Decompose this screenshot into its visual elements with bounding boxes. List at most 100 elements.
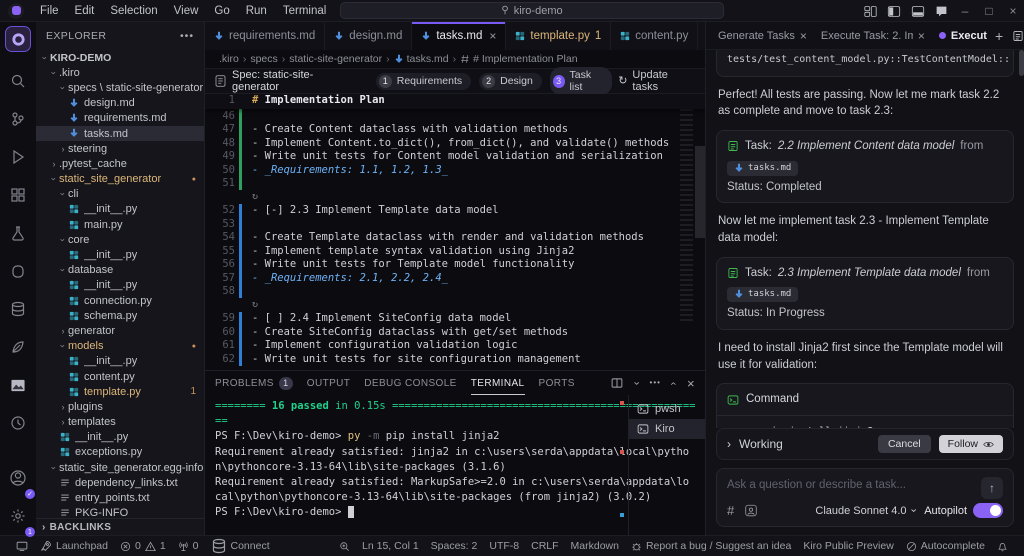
toggle-chat-icon[interactable]	[935, 5, 948, 18]
follow-button[interactable]: Follow	[939, 435, 1003, 453]
statusbar-item-kiro-public-preview[interactable]: Kiro Public Preview	[797, 536, 899, 556]
tree-item[interactable]: content.py	[36, 369, 204, 384]
feather-activity-button[interactable]	[4, 328, 32, 366]
copilot-activity-button[interactable]	[4, 252, 32, 290]
toggle-sidebar-icon[interactable]	[887, 5, 901, 18]
statusbar-item-0[interactable]: 0	[172, 536, 205, 556]
panel-tab-terminal[interactable]: TERMINAL	[471, 371, 525, 395]
statusbar-item-launchpad[interactable]: Launchpad	[34, 536, 114, 556]
add-image-icon[interactable]	[744, 504, 758, 517]
testing-activity-button[interactable]	[4, 214, 32, 252]
tree-item[interactable]: ›KIRO-DEMO	[36, 50, 204, 65]
tree-item[interactable]: __init__.py	[36, 278, 204, 293]
tree-item[interactable]: PKG-INFO	[36, 506, 204, 518]
panel-tab-debug-console[interactable]: DEBUG CONSOLE	[364, 371, 456, 395]
menu-go[interactable]: Go	[206, 0, 237, 22]
statusbar-item-spaces-2[interactable]: Spaces: 2	[425, 536, 484, 556]
tree-item[interactable]: ›templates	[36, 415, 204, 430]
menu-selection[interactable]: Selection	[102, 0, 165, 22]
editor-line[interactable]: 53	[205, 217, 705, 231]
editor-line[interactable]: 60- Create SiteConfig dataclass with get…	[205, 325, 705, 339]
close-icon[interactable]: ×	[918, 29, 925, 43]
database-activity-button[interactable]	[4, 290, 32, 328]
tree-item[interactable]: tasks.md	[36, 126, 204, 141]
editor-line[interactable]: 50- _Requirements: 1.1, 1.2, 1.3_	[205, 163, 705, 177]
chat-scrollbar[interactable]	[1019, 50, 1024, 76]
close-icon[interactable]: ×	[800, 29, 807, 43]
spec-step-task-list[interactable]: 3Task list	[550, 67, 612, 95]
tree-item[interactable]: ›database	[36, 263, 204, 278]
search-activity-button[interactable]	[4, 62, 32, 100]
chat-input-field[interactable]	[727, 479, 977, 491]
statusbar-item-crlf[interactable]: CRLF	[525, 536, 564, 556]
tree-item[interactable]: ›.pytest_cache	[36, 156, 204, 171]
tree-item[interactable]: ›plugins	[36, 399, 204, 414]
chat-tab[interactable]: Generate Tasks×	[712, 22, 813, 50]
editor-scrollbar[interactable]	[695, 146, 705, 238]
statusbar-item-utf-8[interactable]: UTF-8	[483, 536, 525, 556]
tree-item[interactable]: schema.py	[36, 308, 204, 323]
close-window-button[interactable]: ×	[1006, 4, 1020, 18]
clock-activity-button[interactable]	[4, 404, 32, 442]
update-tasks-button[interactable]: ↻ Update tasks	[618, 69, 695, 93]
editor-line[interactable]: 61- Implement configuration validation l…	[205, 339, 705, 353]
editor-line[interactable]: 58	[205, 285, 705, 299]
file-chip[interactable]: tasks.md	[727, 161, 798, 176]
terminal-instance-pwsh[interactable]: pwsh	[629, 399, 705, 419]
tree-item[interactable]: exceptions.py	[36, 445, 204, 460]
extensions-activity-button[interactable]	[4, 176, 32, 214]
run-debug-activity-button[interactable]	[4, 138, 32, 176]
panel-tab-problems[interactable]: PROBLEMS1	[215, 371, 293, 395]
code-editor[interactable]: 1# Implementation Plan 4647- Create Cont…	[205, 94, 705, 370]
statusbar-item-report-a-bug-suggest-an-idea[interactable]: Report a bug / Suggest an idea	[625, 536, 797, 556]
source-control-activity-button[interactable]	[4, 100, 32, 138]
send-button[interactable]: ↑	[981, 477, 1003, 499]
tree-item[interactable]: ›models●	[36, 339, 204, 354]
breadcrumb[interactable]: .kiro›specs›static-site-generator›tasks.…	[205, 50, 705, 68]
editor-tab-tasks.md[interactable]: tasks.md×	[412, 22, 506, 50]
tree-item[interactable]: ›static_site_generator.egg-info	[36, 460, 204, 475]
panel-tab-output[interactable]: OUTPUT	[307, 371, 351, 395]
chat-tab[interactable]: Execute Task: 2. Imp...×	[815, 22, 931, 50]
editor-tab-design.md[interactable]: design.md	[325, 22, 412, 50]
spec-step-requirements[interactable]: 1Requirements	[376, 73, 471, 90]
editor-tab-content.py[interactable]: content.py	[611, 22, 698, 50]
tree-item[interactable]: __init__.py	[36, 202, 204, 217]
editor-line[interactable]: ↻	[205, 190, 705, 204]
file-chip[interactable]: tasks.md	[727, 287, 798, 302]
tree-item[interactable]: __init__.py	[36, 247, 204, 262]
menu-terminal[interactable]: Terminal	[275, 0, 334, 22]
tree-item[interactable]: main.py	[36, 217, 204, 232]
model-selector[interactable]: Claude Sonnet 4.0 ›	[815, 505, 914, 517]
tree-item[interactable]: ›.kiro	[36, 65, 204, 80]
context-hash-icon[interactable]: #	[727, 504, 734, 517]
tree-item[interactable]: ›steering	[36, 141, 204, 156]
kiro-activity-logo[interactable]	[5, 26, 31, 52]
statusbar-item-connect[interactable]: Connect	[205, 536, 276, 556]
new-chat-icon[interactable]: +	[995, 29, 1003, 43]
terminal-output[interactable]: ======== 16 passed in 0.15s ============…	[205, 395, 620, 535]
tree-item[interactable]: ›specs \ static-site-generator	[36, 80, 204, 95]
minimap[interactable]	[680, 109, 693, 324]
autopilot-control[interactable]: Autopilot	[924, 503, 1003, 518]
tree-item[interactable]: requirements.md	[36, 111, 204, 126]
toggle-panel-icon[interactable]	[911, 5, 925, 18]
breadcrumb-item[interactable]: tasks.md	[394, 53, 449, 65]
tree-item[interactable]: ›generator	[36, 323, 204, 338]
breadcrumb-item[interactable]: specs	[250, 53, 277, 65]
editor-line[interactable]: 52- [-] 2.3 Implement Template data mode…	[205, 204, 705, 218]
customize-layout-icon[interactable]	[864, 5, 877, 18]
screenshot-activity-button[interactable]	[4, 366, 32, 404]
editor-line[interactable]: 62- Write unit tests for site configurat…	[205, 352, 705, 366]
panel-tab-ports[interactable]: PORTS	[539, 371, 575, 395]
menu-edit[interactable]: Edit	[67, 0, 103, 22]
explorer-more-actions-icon[interactable]: •••	[180, 31, 194, 42]
task-list-icon[interactable]	[1012, 30, 1024, 42]
close-panel-icon[interactable]: ×	[687, 377, 695, 390]
editor-line[interactable]: 56- Write unit tests for Template model …	[205, 258, 705, 272]
breadcrumb-item[interactable]: .kiro	[219, 53, 239, 65]
autopilot-toggle[interactable]	[973, 503, 1003, 518]
editor-tab-template.py[interactable]: template.py1	[506, 22, 611, 50]
maximize-button[interactable]: □	[982, 4, 996, 18]
editor-line[interactable]: 51	[205, 177, 705, 191]
